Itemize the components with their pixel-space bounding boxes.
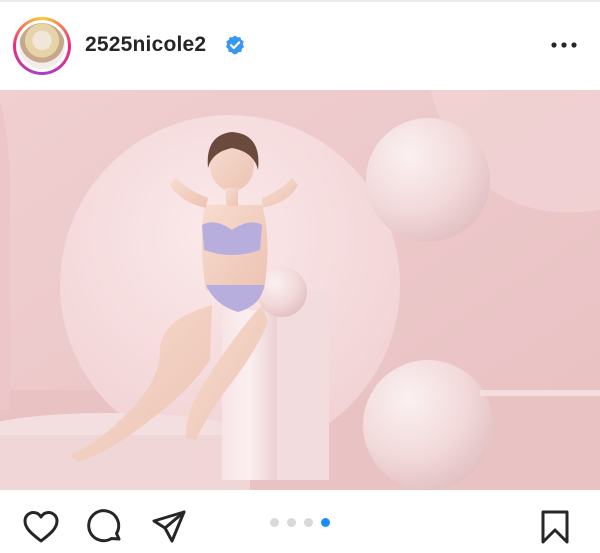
username[interactable]: 2525nicole2 [85, 32, 206, 58]
more-options-icon[interactable] [548, 35, 580, 55]
carousel-dot [287, 518, 296, 527]
paper-plane-icon[interactable] [150, 508, 188, 546]
avatar-image [19, 23, 65, 69]
avatar-border [16, 20, 68, 72]
carousel-dot-active [321, 518, 330, 527]
post-photo[interactable] [0, 90, 600, 490]
carousel-dot [270, 518, 279, 527]
heart-icon[interactable] [22, 508, 60, 546]
carousel-dot [304, 518, 313, 527]
comment-icon[interactable] [86, 508, 124, 546]
bookmark-icon[interactable] [536, 508, 574, 546]
verified-badge-icon [226, 35, 244, 55]
avatar[interactable] [13, 17, 71, 75]
divider [0, 0, 600, 2]
